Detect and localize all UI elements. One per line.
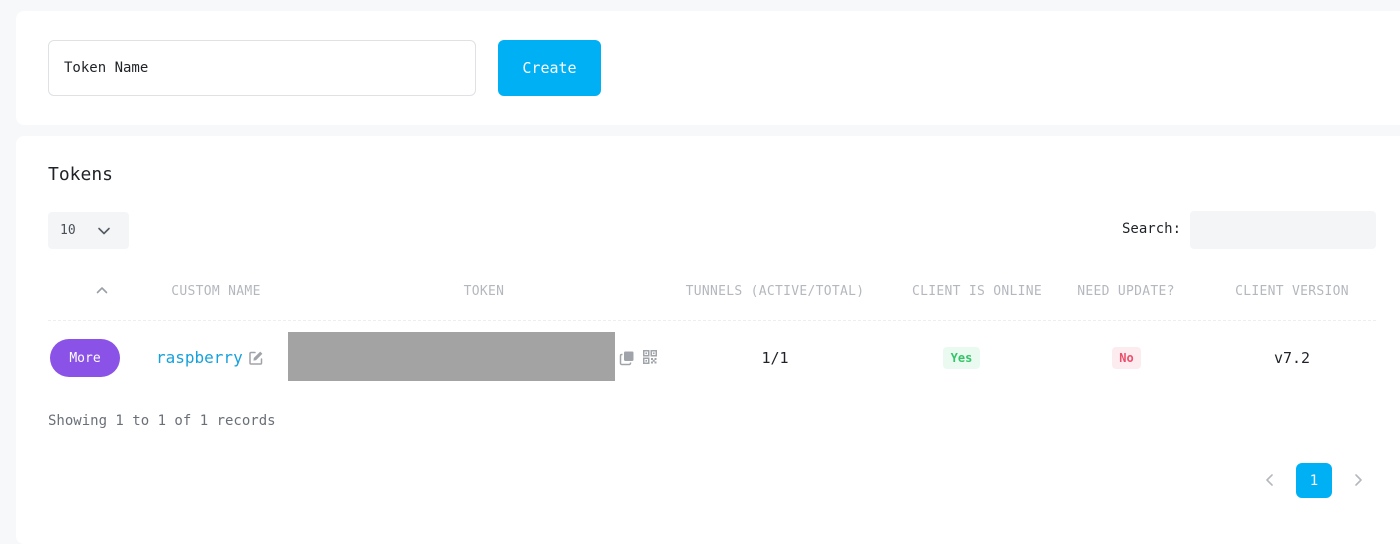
page-length-select[interactable]: 10 [48, 212, 129, 249]
column-header-client-version[interactable]: CLIENT VERSION [1230, 284, 1354, 299]
tunnels-count: 1/1 [761, 349, 789, 367]
tokens-card: Tokens 10 Search: CUSTOM NAME TOKEN TUNN… [16, 136, 1400, 544]
pagination-page-1[interactable]: 1 [1296, 463, 1332, 498]
column-header-tunnels[interactable]: TUNNELS (ACTIVE/TOTAL) [680, 284, 870, 299]
column-header-client-online[interactable]: CLIENT IS ONLINE [892, 284, 1062, 299]
token-value-redacted [288, 332, 615, 381]
client-version: v7.2 [1273, 349, 1311, 367]
edit-icon[interactable] [248, 350, 264, 366]
create-button[interactable]: Create [498, 40, 601, 96]
tokens-title: Tokens [48, 164, 114, 185]
custom-name-link[interactable]: raspberry [156, 348, 243, 367]
client-online-badge: Yes [943, 347, 980, 369]
page-length-value: 10 [60, 223, 76, 238]
showing-records-text: Showing 1 to 1 of 1 records [48, 413, 276, 429]
column-header-custom-name[interactable]: CUSTOM NAME [166, 284, 266, 299]
create-token-card: Create [16, 11, 1400, 125]
qr-code-icon[interactable] [643, 350, 657, 364]
copy-icon[interactable] [619, 350, 635, 366]
need-update-badge: No [1112, 347, 1141, 369]
chevron-up-icon[interactable] [96, 285, 108, 295]
search-label: Search: [1122, 221, 1182, 237]
token-name-input[interactable] [48, 40, 476, 96]
column-header-need-update[interactable]: NEED UPDATE? [1066, 284, 1186, 299]
chevron-right-icon[interactable] [1350, 472, 1366, 488]
chevron-down-icon [98, 227, 110, 235]
header-divider [48, 320, 1376, 321]
search-input[interactable] [1190, 211, 1376, 249]
chevron-left-icon[interactable] [1262, 472, 1278, 488]
column-header-token[interactable]: TOKEN [434, 284, 534, 299]
more-button[interactable]: More [50, 339, 120, 377]
